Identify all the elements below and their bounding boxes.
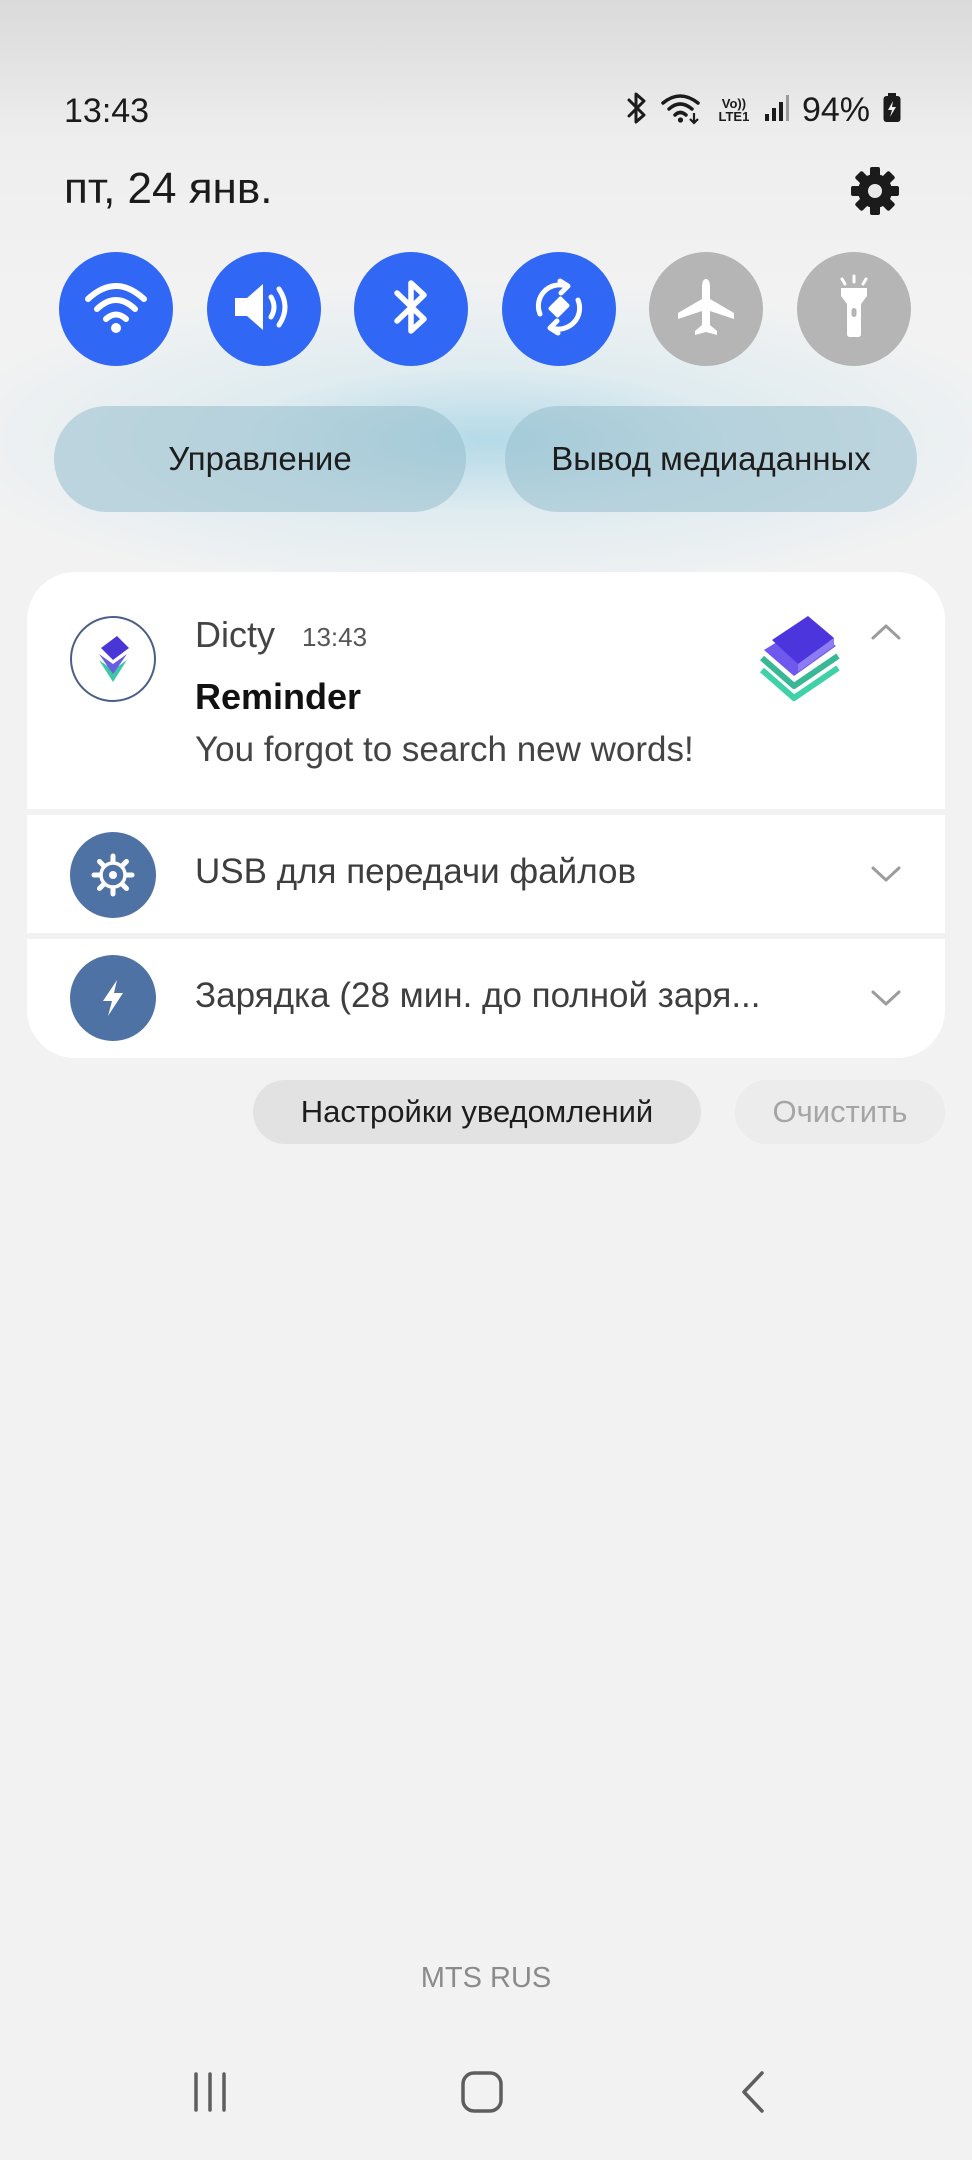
wifi-icon xyxy=(84,279,148,340)
battery-percent: 94% xyxy=(801,90,870,129)
settings-gear-icon[interactable] xyxy=(848,164,902,218)
notification-settings-button[interactable]: Настройки уведомлений xyxy=(253,1080,701,1144)
bluetooth-icon xyxy=(391,277,431,342)
flashlight-toggle[interactable] xyxy=(797,252,911,366)
collapse-chevron-icon[interactable] xyxy=(868,620,904,644)
dicty-books-icon xyxy=(758,610,844,706)
expand-chevron-icon[interactable] xyxy=(868,862,904,886)
volume-icon xyxy=(231,279,297,340)
dicty-app-icon xyxy=(70,616,156,702)
sound-toggle[interactable] xyxy=(207,252,321,366)
notification-time: 13:43 xyxy=(302,622,368,652)
auto-rotate-toggle[interactable] xyxy=(502,252,616,366)
bluetooth-icon xyxy=(626,91,648,130)
usb-notification-text: USB для передачи файлов xyxy=(195,852,637,891)
clear-all-button[interactable]: Очистить xyxy=(735,1080,945,1144)
bluetooth-toggle[interactable] xyxy=(354,252,468,366)
back-button[interactable] xyxy=(724,2062,784,2122)
expand-chevron-icon[interactable] xyxy=(868,986,904,1010)
device-control-button[interactable]: Управление xyxy=(54,406,466,512)
recents-button[interactable] xyxy=(180,2062,240,2122)
charging-notification-text: Зарядка (28 мин. до полной заря... xyxy=(195,976,761,1015)
usb-settings-icon xyxy=(70,832,156,918)
status-time: 13:43 xyxy=(64,92,150,130)
volte-icon: Vo)) LTE1 xyxy=(718,96,750,124)
media-output-button[interactable]: Вывод медиаданных xyxy=(505,406,917,512)
flashlight-icon xyxy=(829,274,879,345)
home-button[interactable] xyxy=(452,2062,512,2122)
notification-body: You forgot to search new words! xyxy=(195,730,694,769)
home-icon xyxy=(461,2071,503,2113)
battery-icon xyxy=(882,92,902,129)
recents-icon xyxy=(194,2072,226,2112)
signal-icon xyxy=(764,93,790,128)
rotate-icon xyxy=(528,276,590,343)
carrier-label: MTS RUS xyxy=(420,1962,552,1994)
airplane-icon xyxy=(674,275,738,344)
notification-title: Reminder xyxy=(195,676,362,717)
airplane-mode-toggle[interactable] xyxy=(649,252,763,366)
charging-bolt-icon xyxy=(70,955,156,1041)
status-icons: Vo)) LTE1 94% xyxy=(626,88,902,132)
notification-app-name: Dicty xyxy=(195,614,275,655)
back-icon xyxy=(742,2071,764,2113)
wifi-icon xyxy=(660,91,704,130)
date-label: пт, 24 янв. xyxy=(64,164,273,213)
wifi-toggle[interactable] xyxy=(59,252,173,366)
